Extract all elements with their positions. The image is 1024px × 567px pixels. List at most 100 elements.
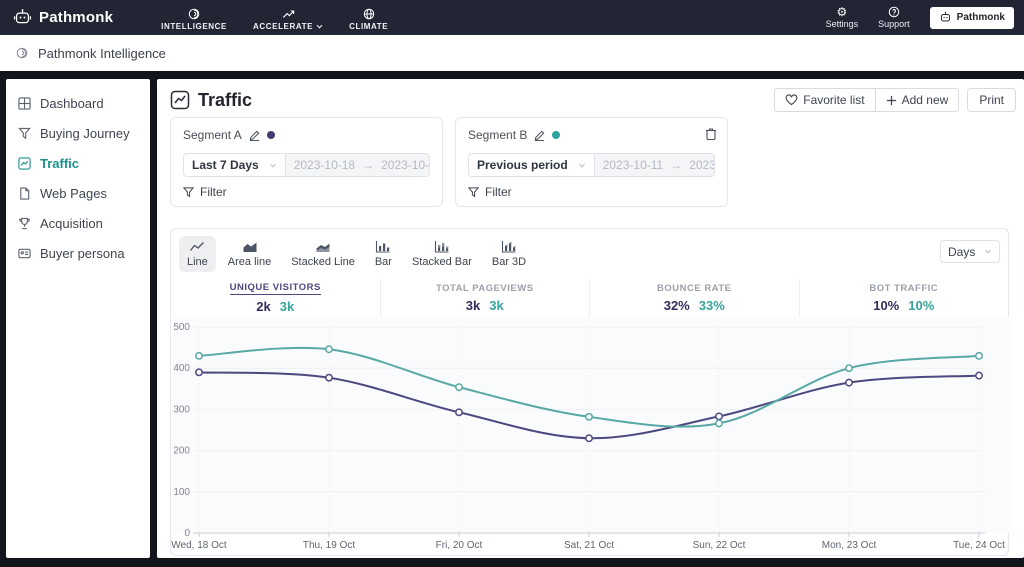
support-label: Support (878, 19, 910, 29)
svg-text:300: 300 (173, 404, 190, 415)
arrow-right-glyph: → (670, 158, 683, 172)
id-card-icon (18, 248, 31, 258)
tab-line[interactable]: Line (179, 236, 216, 272)
interval-select[interactable]: Days (940, 240, 1000, 263)
line-chart-icon (190, 242, 205, 251)
tab-stacked-line[interactable]: Stacked Line (283, 236, 363, 272)
tab-label: Bar (374, 256, 392, 268)
chart-type-tabs: Line Area line Stacked Line Bar Stacked … (179, 236, 534, 272)
support-button[interactable]: Support (878, 6, 910, 29)
stat-total-pageviews[interactable]: TOTAL PAGEVIEWS 3k 3k (379, 279, 590, 317)
print-button[interactable]: Print (967, 88, 1016, 112)
segment-a-name: Segment A (183, 128, 242, 142)
sidebar-item-dashboard[interactable]: Dashboard (6, 88, 150, 118)
filter-funnel-icon (183, 186, 194, 197)
sidebar-item-label: Buying Journey (40, 125, 130, 141)
stat-bounce-rate[interactable]: BOUNCE RATE 32% 33% (589, 279, 799, 317)
stat-bot-traffic[interactable]: BOT TRAFFIC 10% 10% (798, 279, 1009, 317)
nav-right: ⚙ Settings Support Pathmonk (826, 6, 1014, 29)
chevron-down-icon (316, 24, 323, 28)
nav-climate[interactable]: CLIMATE (349, 5, 388, 31)
sidebar-item-label: Web Pages (40, 185, 107, 201)
svg-text:Tue, 24 Oct: Tue, 24 Oct (953, 540, 1005, 551)
segment-a-filter-label: Filter (200, 185, 227, 199)
segment-b-range-control: Previous period 2023-10-11 → 2023-10-17 (468, 153, 715, 177)
interval-value: Days (948, 244, 976, 259)
intelligence-icon (188, 8, 200, 19)
document-icon (20, 186, 30, 200)
traffic-title-icon (170, 90, 190, 110)
edit-pencil-icon[interactable] (534, 130, 545, 141)
page-header: Traffic Favorite list Add new Print (170, 87, 1016, 113)
tab-stacked-bar[interactable]: Stacked Bar (404, 236, 480, 272)
sidebar-item-buying-journey[interactable]: Buying Journey (6, 118, 150, 148)
stat-value-segment-a: 3k (465, 298, 481, 313)
sidebar-item-label: Dashboard (40, 95, 104, 111)
nav-accelerate[interactable]: ACCELERATE (253, 5, 323, 31)
svg-text:Wed, 18 Oct: Wed, 18 Oct (171, 540, 227, 551)
tab-bar[interactable]: Bar (367, 236, 400, 272)
sidebar-item-buyer-persona[interactable]: Buyer persona (6, 238, 150, 268)
svg-text:Thu, 19 Oct: Thu, 19 Oct (303, 540, 355, 551)
main-panel: Traffic Favorite list Add new Print Segm… (157, 79, 1024, 558)
svg-text:200: 200 (173, 446, 190, 457)
segment-a-date-range[interactable]: 2023-10-18 → 2023-10-24 (285, 154, 429, 176)
stat-value-segment-b: 3k (279, 299, 295, 314)
segment-a-range-label: Last 7 Days (192, 158, 259, 172)
favorite-list-button[interactable]: Favorite list (775, 89, 875, 111)
sidebar-item-web-pages[interactable]: Web Pages (6, 178, 150, 208)
tab-label: Bar 3D (491, 256, 527, 268)
segment-a-filter-button[interactable]: Filter (183, 185, 227, 199)
segment-a-color-dot (266, 131, 275, 139)
question-icon (888, 6, 900, 18)
stat-label: BOUNCE RATE (657, 283, 732, 294)
tab-bar-3d[interactable]: Bar 3D (484, 236, 534, 272)
settings-button[interactable]: ⚙ Settings (826, 6, 859, 29)
delete-segment-icon[interactable] (705, 127, 717, 140)
plus-icon (886, 95, 896, 105)
add-new-label: Add new (901, 93, 949, 107)
svg-text:400: 400 (173, 363, 190, 374)
account-robot-icon (940, 11, 950, 22)
action-button-group: Favorite list Add new (774, 88, 960, 112)
segment-b-filter-button[interactable]: Filter (468, 185, 512, 199)
heart-icon (785, 94, 798, 106)
brand-logo[interactable]: Pathmonk (13, 8, 113, 27)
climate-globe-icon (363, 8, 374, 19)
stacked-bar-icon (434, 241, 449, 253)
stat-unique-visitors[interactable]: UNIQUE VISITORS 2k 3k (171, 279, 380, 317)
trophy-icon (19, 217, 30, 229)
segment-b-range-select[interactable]: Previous period (469, 154, 595, 176)
subheader: Pathmonk Intelligence (0, 35, 1024, 71)
account-button[interactable]: Pathmonk (929, 6, 1014, 29)
brand-name: Pathmonk (39, 9, 114, 26)
segment-a-date-from: 2023-10-18 (293, 158, 356, 172)
sidebar-item-acquisition[interactable]: Acquisition (6, 208, 150, 238)
nav-intelligence[interactable]: INTELLIGENCE (161, 5, 227, 31)
segment-b-name: Segment B (468, 128, 528, 142)
stacked-area-icon (316, 243, 330, 252)
favorite-list-label: Favorite list (803, 93, 865, 107)
nav-climate-label: CLIMATE (349, 21, 389, 31)
edit-pencil-icon[interactable] (249, 130, 260, 141)
sidebar: Dashboard Buying Journey Traffic Web Pag… (6, 79, 150, 558)
product-title: Pathmonk Intelligence (38, 45, 166, 61)
segment-a-range-select[interactable]: Last 7 Days (184, 154, 286, 176)
stat-value-segment-a: 10% (873, 298, 900, 313)
sidebar-item-label: Acquisition (40, 215, 103, 231)
tab-area-line[interactable]: Area line (220, 236, 279, 272)
stat-value-segment-a: 32% (663, 298, 690, 313)
tab-label: Area line (227, 256, 272, 268)
print-label: Print (979, 93, 1004, 107)
segment-b-date-range[interactable]: 2023-10-11 → 2023-10-17 (594, 154, 714, 176)
sidebar-item-label: Traffic (40, 155, 80, 171)
account-button-label: Pathmonk (956, 12, 1005, 23)
segment-a-range-control: Last 7 Days 2023-10-18 → 2023-10-24 (183, 153, 430, 177)
add-new-button[interactable]: Add new (874, 89, 959, 111)
segment-b-filter-label: Filter (485, 185, 512, 199)
sidebar-item-traffic[interactable]: Traffic (6, 148, 150, 178)
page-title: Traffic (198, 89, 253, 110)
stat-label: TOTAL PAGEVIEWS (435, 283, 534, 294)
stat-label: UNIQUE VISITORS (229, 282, 321, 295)
chevron-down-icon (578, 163, 585, 167)
